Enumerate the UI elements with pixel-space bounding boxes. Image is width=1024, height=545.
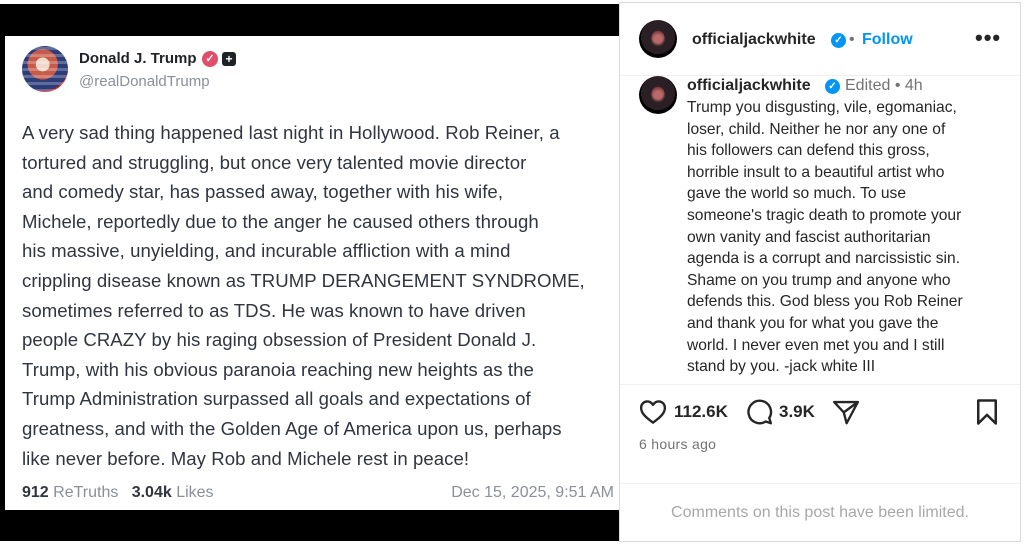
post-body-line: Trump Administration surpassed all goals… [22,388,531,410]
caption-line: someone's tragic death to promote your [687,206,962,224]
post-body-line: tortured and struggling, but once very t… [22,151,527,173]
like-heart-icon[interactable] [638,397,668,427]
retruths-label[interactable]: ReTruths [53,484,118,501]
caption-line: Shame on you trump and anyone who [687,271,951,289]
post-body-line: crippling disease known as TRUMP DERANGE… [22,269,585,291]
save-bookmark-icon[interactable] [972,397,1002,427]
author-username[interactable]: officialjackwhite [692,31,816,49]
comment-bubble-icon[interactable] [744,397,774,427]
post-body-line: Michele, reportedly due to the anger he … [22,210,539,232]
post-author-name[interactable]: Donald J. Trump [79,50,197,67]
post-body-line: A very sad thing happened last night in … [22,122,560,143]
caption-author-username[interactable]: officialjackwhite [687,77,811,95]
post-body-line: sometimes referred to as TDS. He was kno… [22,299,526,321]
comments-count[interactable]: 3.9K [779,402,815,422]
plus-badge-icon: + [222,52,236,66]
post-actions: 112.6K 3.9K [620,397,1020,429]
retruths-count[interactable]: 912 [22,484,49,501]
author-avatar[interactable] [639,20,677,58]
verified-icon: ✓ [831,33,846,48]
post-author-handle[interactable]: @realDonaldTrump [79,73,210,90]
post-body-line: people CRAZY by his raging obsession of … [22,329,537,351]
follow-button[interactable]: Follow [862,31,913,49]
share-paper-plane-icon[interactable] [831,397,861,427]
post-body-line: like never before. May Rob and Michele r… [22,447,470,469]
caption-verified-icon: ✓ [825,79,840,94]
comments-limited-notice: Comments on this post have been limited. [671,504,969,521]
post-body-line: greatness, and with the Golden Age of Am… [22,417,562,439]
truth-post-card: Donald J. Trump ✓ + @realDonaldTrump A v… [5,36,619,510]
trump-avatar[interactable] [22,46,68,92]
caption-line: loser, child. Neither he nor any one of [687,120,946,138]
caption-line: world. I never even met you and I still [687,336,945,354]
caption-line: horrible insult to a beautiful artist wh… [687,163,945,181]
separator-dot: • [849,31,855,48]
caption-author-avatar[interactable] [639,76,677,114]
post-timestamp: 6 hours ago [639,436,717,452]
caption-line: Trump you disgusting, vile, egomaniac, [687,99,957,116]
post-body: A very sad thing happened last night in … [22,118,614,473]
caption-line: his followers can defend this gross, [687,142,930,160]
comments-divider [620,483,1020,484]
more-options-icon[interactable]: ••• [975,25,1001,51]
meta-separator: • [894,77,901,94]
caption-line: stand by you. -jack white III [687,358,876,376]
likes-label[interactable]: Likes [176,484,213,501]
verified-badge-icon: ✓ [202,51,218,67]
caption-text: Trump you disgusting, vile, egomaniac, l… [687,97,1009,378]
post-body-line: Trump, with his obvious paranoia reachin… [22,358,534,380]
caption-line: gave the world so much. To use [687,185,907,203]
post-timestamp: Dec 15, 2025, 9:51 AM [451,484,614,501]
truth-social-screenshot: Donald J. Trump ✓ + @realDonaldTrump A v… [0,0,619,545]
post-body-line: his massive, unyielding, and incurable a… [22,240,511,262]
instagram-post-panel: officialjackwhite ✓ • Follow ••• officia… [619,2,1021,542]
caption-line: defends this. God bless you Rob Reiner [687,293,963,311]
caption-line: own vanity and fascist authoritarian [687,228,931,246]
actions-divider [620,384,1020,385]
caption-line: agenda is a corrupt and narcissistic sin… [687,250,961,268]
edited-label: Edited [845,77,891,94]
caption-line: and thank you for what you gave the [687,314,939,332]
caption-age: 4h [904,77,923,94]
post-body-line: and comedy star, has passed away, togeth… [22,181,504,203]
post-stats: 912 ReTruths 3.04k Likes [22,484,214,502]
likes-count[interactable]: 3.04k [132,484,172,501]
likes-count[interactable]: 112.6K [674,402,728,422]
caption-meta: Edited • 4h [845,77,923,95]
post-header: officialjackwhite ✓ • Follow ••• [620,3,1020,76]
